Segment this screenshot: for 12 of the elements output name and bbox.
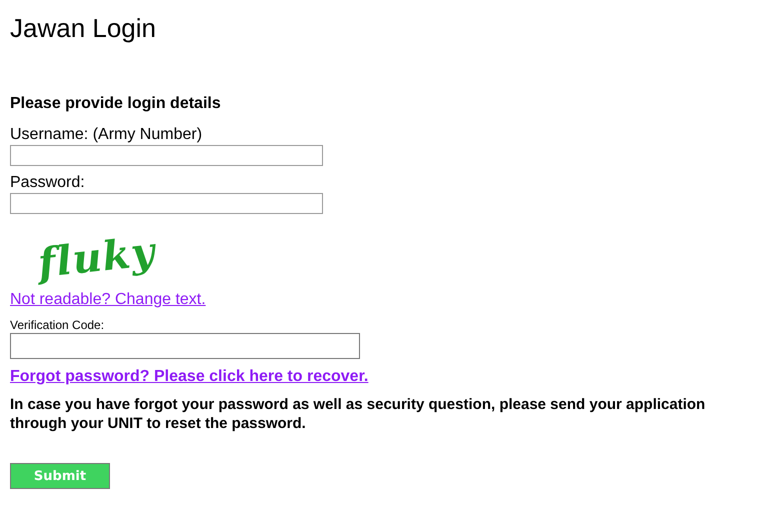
field-label: Username: (Army Number) <box>10 126 202 144</box>
forgot-password-link[interactable]: Forgot password? Please click here to recover. <box>10 367 368 387</box>
section-heading: Please provide login details <box>10 94 221 114</box>
field-label: Verification Code: <box>10 318 104 332</box>
page-title: Jawan Login <box>10 12 156 44</box>
captcha-image: fluky <box>35 228 159 286</box>
change-text-link[interactable]: Not readable? Change text. <box>10 290 206 310</box>
input-field[interactable] <box>10 193 323 214</box>
input-field[interactable] <box>10 145 323 166</box>
input-field[interactable] <box>10 333 360 359</box>
notice-text: In case you have forgot your password as well as security question, please send your application through your UNIT to reset the password. <box>10 395 706 433</box>
field-label: Password: <box>10 174 85 192</box>
